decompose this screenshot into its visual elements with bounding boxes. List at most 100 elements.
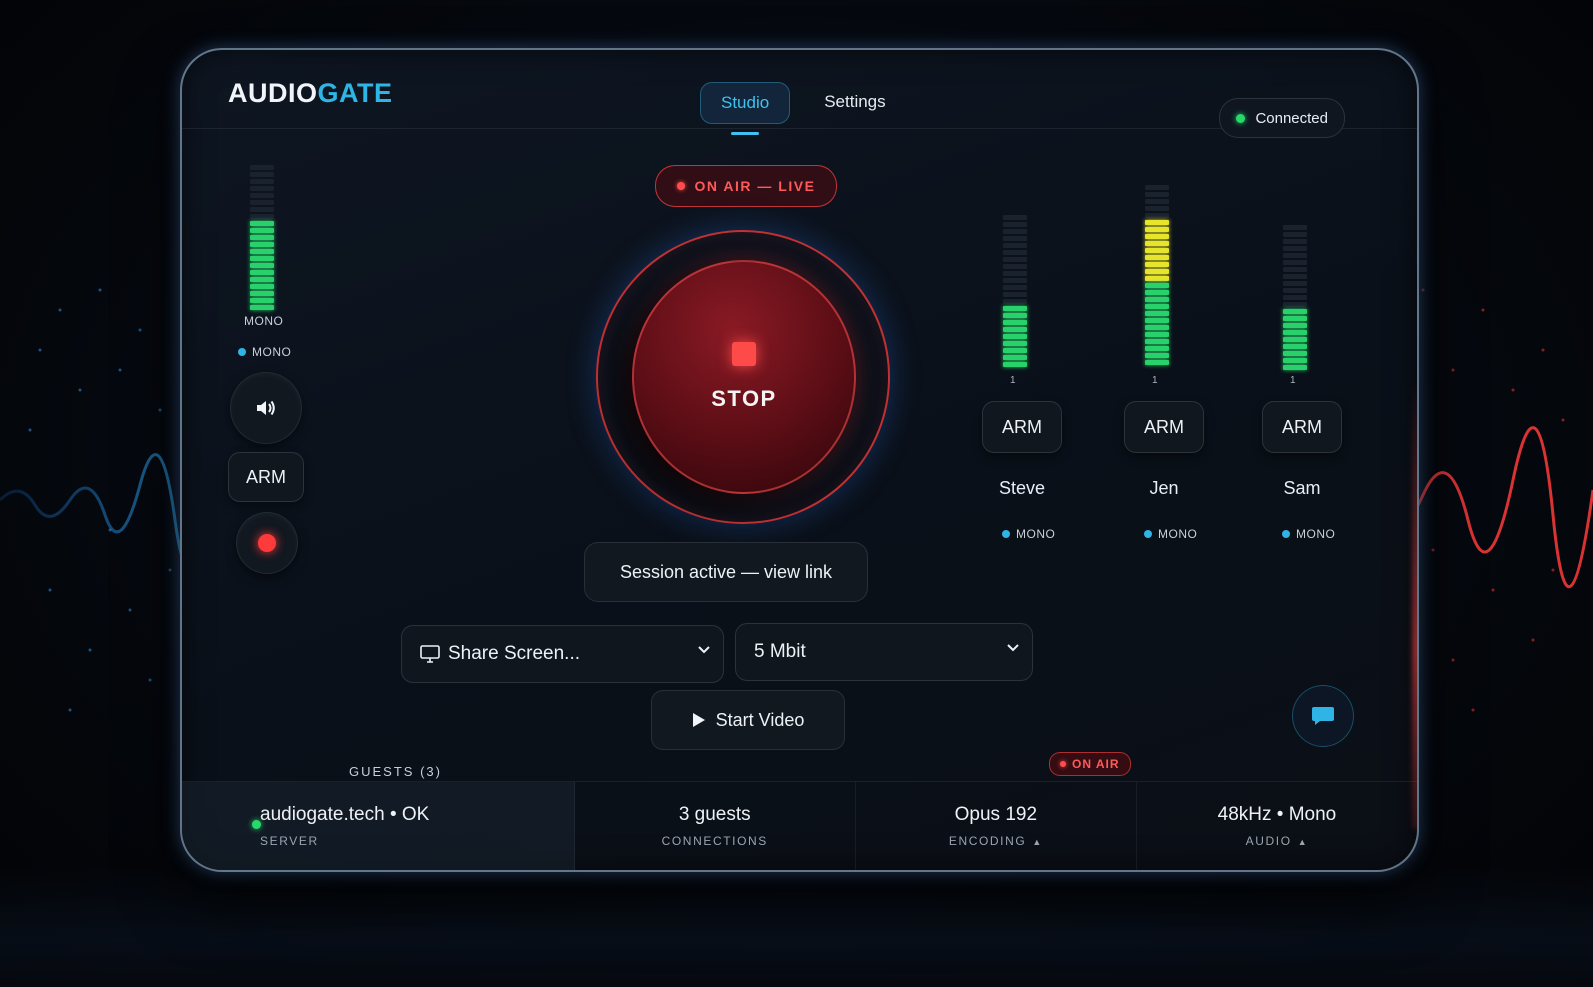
meter-segment [1003, 320, 1027, 325]
on-air-live-badge: ON AIR — LIVE [655, 165, 837, 207]
host-monitor-button[interactable] [230, 372, 302, 444]
host-record-button[interactable] [236, 512, 298, 574]
status-audio[interactable]: 48kHz • Mono AUDIO ▲ [1137, 782, 1417, 870]
meter-segment [1145, 220, 1169, 225]
meter-segment [1003, 348, 1027, 353]
guest-channel-number: 1 [1010, 375, 1016, 386]
on-air-small-badge: ON AIR [1049, 752, 1131, 776]
meter-segment [250, 186, 274, 191]
status-encoding[interactable]: Opus 192 ENCODING ▲ [856, 782, 1137, 870]
host-arm-button[interactable]: ARM [228, 452, 304, 502]
meter-segment [250, 249, 274, 254]
meter-segment [250, 228, 274, 233]
guest-arm-button[interactable]: ARM [1262, 401, 1342, 453]
encoding-label-wrap: ENCODING ▲ [949, 834, 1043, 848]
meter-segment [1003, 355, 1027, 360]
chevron-down-icon [698, 646, 710, 654]
audio-label-wrap: AUDIO ▲ [1246, 834, 1309, 848]
meter-segment [1145, 199, 1169, 204]
server-value: audiogate.tech • OK [260, 804, 430, 825]
meter-segment [1145, 318, 1169, 323]
meter-segment [250, 207, 274, 212]
guest-name: Sam [1283, 478, 1321, 498]
guest-mode-dot [1144, 530, 1152, 538]
bitrate-select[interactable]: 5 Mbit [735, 623, 1033, 681]
meter-segment [250, 172, 274, 177]
host-mode-dot [238, 348, 246, 356]
meter-segment [1283, 330, 1307, 335]
meter-segment [1145, 346, 1169, 351]
on-air-live-label: ON AIR — LIVE [694, 178, 816, 194]
tab-settings[interactable]: Settings [804, 82, 905, 122]
chat-button[interactable] [1292, 685, 1354, 747]
guest-arm-button[interactable]: ARM [1124, 401, 1204, 453]
meter-segment [1145, 311, 1169, 316]
start-video-button[interactable]: Start Video [651, 690, 845, 750]
meter-segment [1145, 255, 1169, 260]
host-mode-tag: MONO [238, 345, 291, 359]
meter-segment [1283, 302, 1307, 307]
guest-mode-tag: MONO [1282, 527, 1335, 541]
guest-mode-label: MONO [1296, 527, 1336, 541]
guest-mode-dot [1002, 530, 1010, 538]
meter-segment [250, 193, 274, 198]
meter-segment [250, 298, 274, 303]
host-meter-label: MONO [244, 314, 284, 328]
meter-segment [1145, 213, 1169, 218]
meter-segment [250, 214, 274, 219]
logo-accent-text: GATE [317, 78, 393, 108]
share-screen-select[interactable]: Share Screen... [401, 625, 724, 683]
on-air-dot [676, 182, 685, 190]
meter-segment [1283, 281, 1307, 286]
meter-segment [1003, 334, 1027, 339]
meter-segment [1145, 206, 1169, 211]
session-link-button[interactable]: Session active — view link [584, 542, 868, 602]
meter-segment [1145, 339, 1169, 344]
header: AUDIOGATE Studio Settings Connected [182, 50, 1417, 138]
meter-segment [250, 221, 274, 226]
encoding-value: Opus 192 [954, 804, 1038, 825]
meter-segment [1145, 192, 1169, 197]
meter-segment [1003, 264, 1027, 269]
meter-segment [1003, 243, 1027, 248]
encoding-label: ENCODING [948, 834, 1027, 848]
meter-segment [1145, 276, 1169, 281]
meter-segment [250, 179, 274, 184]
logo-primary-text: AUDIO [228, 78, 318, 108]
caret-up-icon: ▲ [1297, 837, 1309, 847]
guest-channel-number: 1 [1152, 375, 1158, 386]
meter-segment [1145, 269, 1169, 274]
meter-segment [250, 284, 274, 289]
tab-studio[interactable]: Studio [700, 82, 791, 135]
meter-segment [250, 242, 274, 247]
host-mode-label: MONO [252, 345, 292, 359]
guest-mode-label: MONO [1158, 527, 1198, 541]
meter-segment [1003, 313, 1027, 318]
status-connections: 3 guests CONNECTIONS [575, 782, 856, 870]
meter-segment [1283, 351, 1307, 356]
connection-status-dot [1236, 113, 1246, 123]
guest-name: Steve [998, 478, 1046, 498]
floor-reflection [0, 867, 1593, 987]
guest-level-meter [1003, 215, 1027, 367]
meter-segment [1003, 285, 1027, 290]
meter-segment [1145, 283, 1169, 288]
meter-segment [1003, 229, 1027, 234]
meter-segment [1283, 232, 1307, 237]
meter-segment [1283, 274, 1307, 279]
meter-segment [1283, 358, 1307, 363]
status-server: audiogate.tech • OK SERVER [182, 782, 575, 870]
guest-arm-button[interactable]: ARM [982, 401, 1062, 453]
guests-section-label: GUESTS (3) [349, 764, 442, 779]
guest-mode-dot [1282, 530, 1290, 538]
stop-button[interactable]: STOP [632, 260, 856, 494]
guest-mode-label: MONO [1016, 527, 1056, 541]
meter-segment [1283, 316, 1307, 321]
meter-segment [250, 270, 274, 275]
meter-segment [250, 200, 274, 205]
meter-segment [1003, 278, 1027, 283]
stop-square-icon [732, 342, 756, 366]
meter-segment [1145, 353, 1169, 358]
bitrate-value: 5 Mbit [754, 641, 806, 662]
meter-segment [1003, 292, 1027, 297]
